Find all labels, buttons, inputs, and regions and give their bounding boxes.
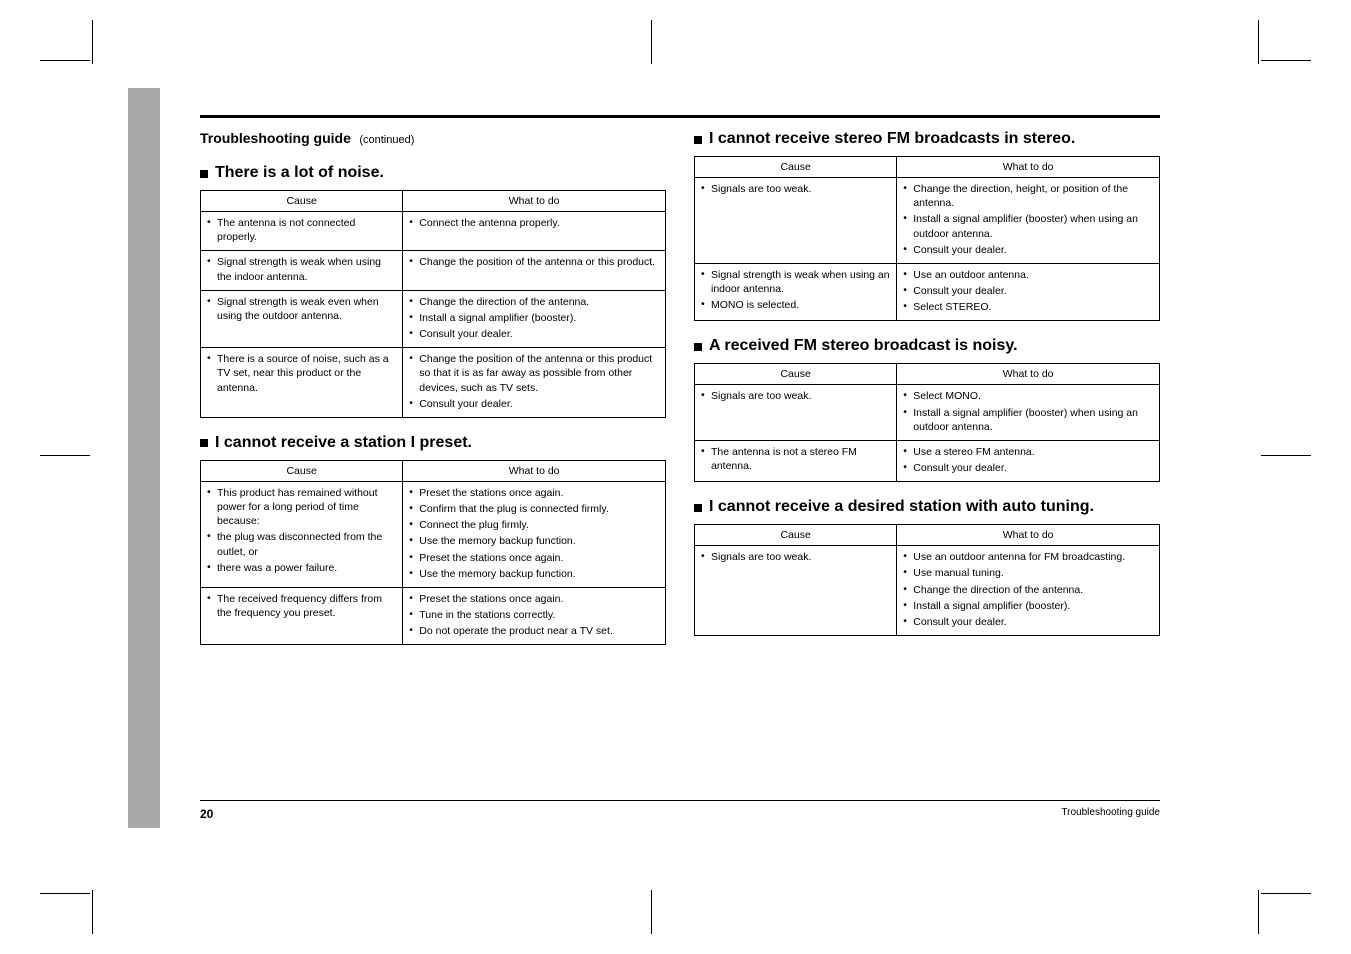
section-heading: A received FM stereo broadcast is noisy. xyxy=(709,337,1018,355)
section-heading: There is a lot of noise. xyxy=(215,164,384,182)
table-row: The antenna is not connected properly. C… xyxy=(201,212,666,251)
top-rule xyxy=(200,115,1160,118)
footer-rule xyxy=(200,800,1160,801)
table-row: The antenna is not a stereo FM antenna. … xyxy=(695,440,1160,481)
table-row: Signal strength is weak even when using … xyxy=(201,290,666,348)
square-bullet-icon xyxy=(694,136,702,144)
page-title-continued: (continued) xyxy=(359,134,414,146)
section-fm-stereo: I cannot receive stereo FM broadcasts in… xyxy=(694,130,1160,321)
col-action: What to do xyxy=(403,191,666,212)
table-row: Signals are too weak. Select MONO.Instal… xyxy=(695,385,1160,441)
col-cause: Cause xyxy=(695,364,897,385)
section-heading: I cannot receive stereo FM broadcasts in… xyxy=(709,130,1075,148)
col-action: What to do xyxy=(897,364,1160,385)
table-noise: CauseWhat to do The antenna is not conne… xyxy=(200,190,666,418)
table-row: There is a source of noise, such as a TV… xyxy=(201,348,666,418)
side-tab xyxy=(128,88,160,828)
page-title: Troubleshooting guide xyxy=(200,130,351,146)
col-cause: Cause xyxy=(695,157,897,178)
page-content: Troubleshooting guide (continued) There … xyxy=(200,115,1160,645)
square-bullet-icon xyxy=(694,343,702,351)
table-preset: CauseWhat to do This product has remaine… xyxy=(200,460,666,646)
table-row: Signal strength is weak when using an in… xyxy=(695,263,1160,321)
section-preset: I cannot receive a station I preset. Cau… xyxy=(200,434,666,646)
right-column: I cannot receive stereo FM broadcasts in… xyxy=(694,130,1160,645)
table-auto-tuning: CauseWhat to do Signals are too weak. Us… xyxy=(694,524,1160,636)
table-fm-noisy: CauseWhat to do Signals are too weak. Se… xyxy=(694,363,1160,482)
square-bullet-icon xyxy=(200,170,208,178)
table-row: The received frequency differs from the … xyxy=(201,587,666,645)
running-footer: Troubleshooting guide xyxy=(1061,807,1160,821)
page-number: 20 xyxy=(200,807,213,821)
section-heading: I cannot receive a station I preset. xyxy=(215,434,472,452)
section-noise: There is a lot of noise. CauseWhat to do… xyxy=(200,164,666,418)
table-row: This product has remained without power … xyxy=(201,481,666,587)
table-row: Signals are too weak. Use an outdoor ant… xyxy=(695,546,1160,636)
left-column: Troubleshooting guide (continued) There … xyxy=(200,130,666,645)
col-cause: Cause xyxy=(201,460,403,481)
col-cause: Cause xyxy=(695,525,897,546)
section-heading: I cannot receive a desired station with … xyxy=(709,498,1094,516)
section-fm-noisy: A received FM stereo broadcast is noisy.… xyxy=(694,337,1160,482)
col-cause: Cause xyxy=(201,191,403,212)
col-action: What to do xyxy=(897,157,1160,178)
table-row: Signal strength is weak when using the i… xyxy=(201,251,666,290)
section-auto-tuning: I cannot receive a desired station with … xyxy=(694,498,1160,636)
square-bullet-icon xyxy=(200,439,208,447)
table-row: Signals are too weak. Change the directi… xyxy=(695,178,1160,264)
page-footer: 20 Troubleshooting guide xyxy=(200,800,1160,821)
table-fm-stereo: CauseWhat to do Signals are too weak. Ch… xyxy=(694,156,1160,321)
square-bullet-icon xyxy=(694,504,702,512)
col-action: What to do xyxy=(403,460,666,481)
col-action: What to do xyxy=(897,525,1160,546)
